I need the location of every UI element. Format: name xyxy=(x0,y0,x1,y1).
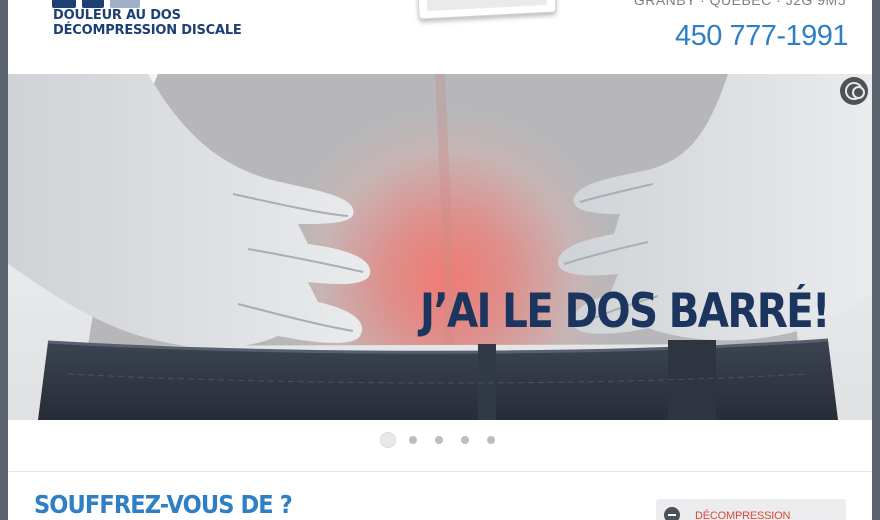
clinic-address: GRANBY · QUÉBEC · J2G 9M5 xyxy=(633,0,846,8)
pause-icon[interactable] xyxy=(840,77,868,105)
hero-tagline: J’AI LE DOS BARRÉ! xyxy=(420,284,830,339)
section-divider xyxy=(8,471,872,472)
logo-text-line2[interactable]: DÉCOMPRESSION DISCALE xyxy=(53,23,242,38)
slider-dot-5[interactable] xyxy=(487,436,495,444)
logo-mark[interactable] xyxy=(52,0,142,8)
minus-circle-icon xyxy=(664,507,680,520)
logo-text-line1[interactable]: DOULEUR AU DOS xyxy=(53,8,181,23)
slider-dot-2[interactable] xyxy=(409,436,417,444)
header-badge[interactable] xyxy=(417,0,557,20)
slider-dot-4[interactable] xyxy=(461,436,469,444)
slider-dot-1[interactable] xyxy=(380,432,396,448)
phone-number[interactable]: 450 777-1991 xyxy=(675,20,849,53)
decompression-vertebrale-label: DÉCOMPRESSION VERTÉBRALE xyxy=(695,510,791,520)
decompression-vertebrale-button[interactable]: DÉCOMPRESSION VERTÉBRALE xyxy=(656,499,846,520)
site-header: DOULEUR AU DOS DÉCOMPRESSION DISCALE GRA… xyxy=(8,0,872,74)
section-title: SOUFFREZ-VOUS DE ? xyxy=(34,490,293,519)
hero-image xyxy=(8,74,872,420)
page-frame: DOULEUR AU DOS DÉCOMPRESSION DISCALE GRA… xyxy=(8,0,872,520)
slider-dot-3[interactable] xyxy=(435,436,443,444)
hero-slider: J’AI LE DOS BARRÉ! xyxy=(8,74,872,420)
